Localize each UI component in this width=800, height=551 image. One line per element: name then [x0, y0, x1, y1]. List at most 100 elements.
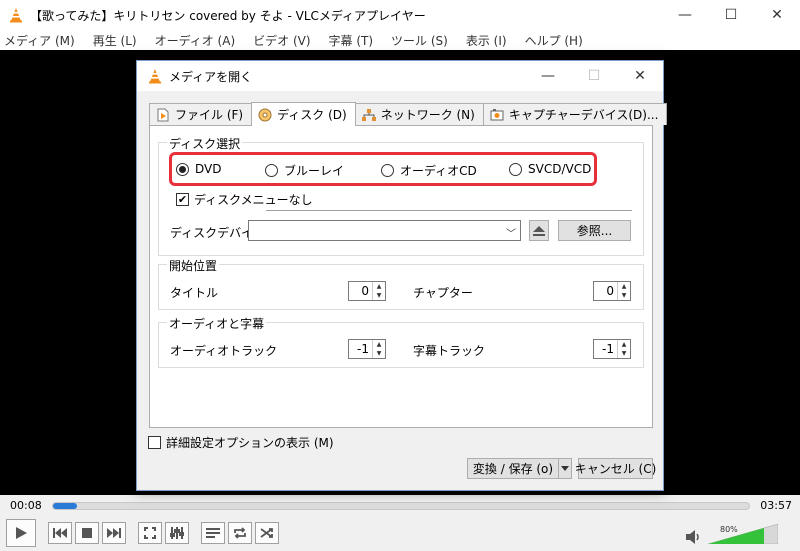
disc-device-combo[interactable]: ﹀ — [248, 220, 521, 241]
spin-down-icon[interactable]: ▼ — [618, 349, 630, 358]
title-value: 0 — [361, 284, 369, 298]
menu-view[interactable]: 表示 (I) — [466, 32, 507, 49]
menu-playback[interactable]: 再生 (L) — [93, 32, 137, 49]
title-spinbox[interactable]: 0 ▲ ▼ — [348, 281, 386, 301]
spin-up-icon[interactable]: ▲ — [618, 340, 630, 349]
dropdown-arrow-icon — [561, 466, 569, 471]
spin-up-icon[interactable]: ▲ — [373, 340, 385, 349]
tab-capture-label: キャプチャーデバイス(D)... — [508, 108, 659, 122]
show-advanced-options-checkbox[interactable]: 詳細設定オプションの表示 (M) — [148, 434, 334, 451]
disc-tab-panel: ディスク選択 DVD ブルーレイ オーディオCD SVCD/VCD ✔ ディスク… — [149, 125, 653, 428]
volume-slider[interactable] — [708, 524, 778, 544]
open-media-dialog: メディアを開く — ☐ ✕ ファイル (F) ディスク (D) ネットワーク (… — [136, 60, 668, 491]
chapter-value: 0 — [606, 284, 614, 298]
spin-down-icon[interactable]: ▼ — [373, 291, 385, 300]
audio-track-spinbox[interactable]: -1 ▲ ▼ — [348, 339, 386, 359]
time-total: 03:57 — [760, 498, 792, 512]
convert-dropdown-button[interactable] — [558, 458, 572, 479]
tab-disc-label: ディスク (D) — [277, 108, 347, 122]
radio-dvd-indicator — [176, 162, 189, 176]
minimize-button[interactable]: — — [662, 0, 708, 30]
radio-svcd-vcd-indicator — [509, 162, 522, 176]
radio-audio-cd[interactable]: オーディオCD — [381, 162, 477, 179]
spin-down-icon[interactable]: ▼ — [618, 291, 630, 300]
eject-button[interactable] — [529, 220, 549, 241]
time-current: 00:08 — [10, 498, 42, 512]
shuffle-button[interactable] — [255, 522, 279, 544]
maximize-button[interactable]: ☐ — [708, 0, 754, 30]
play-icon — [16, 527, 27, 539]
dialog-minimize-button[interactable]: — — [525, 61, 571, 91]
start-position-group: 開始位置 — [158, 257, 644, 310]
radio-bluray[interactable]: ブルーレイ — [265, 162, 344, 179]
menu-help[interactable]: ヘルプ (H) — [525, 32, 583, 49]
playlist-icon — [206, 528, 220, 538]
radio-bluray-label: ブルーレイ — [284, 164, 345, 178]
disc-icon — [258, 108, 272, 121]
fullscreen-button[interactable] — [138, 522, 162, 544]
close-button[interactable]: ✕ — [754, 0, 800, 30]
subtitle-track-spinbox[interactable]: -1 ▲ ▼ — [593, 339, 631, 359]
tab-disc[interactable]: ディスク (D) — [251, 102, 356, 126]
shuffle-icon — [260, 528, 273, 538]
tab-file-label: ファイル (F) — [175, 108, 244, 122]
tab-capture[interactable]: キャプチャーデバイス(D)... — [482, 103, 668, 125]
vlc-cone-icon — [149, 69, 161, 84]
tab-network[interactable]: ネットワーク (N) — [354, 103, 484, 125]
title-label: タイトル — [170, 286, 219, 300]
dialog-titlebar: メディアを開く — ☐ ✕ — [137, 61, 663, 91]
capture-icon — [490, 108, 504, 120]
playlist-button[interactable] — [201, 522, 225, 544]
dialog-close-button[interactable]: ✕ — [617, 61, 663, 91]
dialog-title: メディアを開く — [169, 69, 253, 84]
convert-save-button[interactable]: 変換 / 保存 (o) — [467, 458, 559, 479]
menu-audio[interactable]: オーディオ (A) — [155, 32, 236, 49]
tab-network-label: ネットワーク (N) — [380, 108, 475, 122]
equalizer-icon — [170, 527, 184, 539]
separator — [266, 210, 632, 211]
seek-row: 00:08 03:57 — [0, 495, 800, 515]
menu-tools[interactable]: ツール (S) — [391, 32, 448, 49]
next-icon — [107, 528, 121, 538]
radio-svcd-vcd-label: SVCD/VCD — [528, 162, 592, 176]
cancel-button[interactable]: キャンセル (C) — [575, 458, 656, 479]
menu-subtitle[interactable]: 字幕 (T) — [329, 32, 374, 49]
play-button[interactable] — [6, 519, 36, 547]
previous-icon — [53, 528, 67, 538]
loop-button[interactable] — [228, 522, 252, 544]
seek-progress — [53, 503, 78, 509]
network-icon — [361, 108, 376, 121]
spin-up-icon[interactable]: ▲ — [618, 282, 630, 291]
file-icon — [157, 108, 169, 121]
stop-button[interactable] — [75, 522, 99, 544]
menu-bar: メディア (M) 再生 (L) オーディオ (A) ビデオ (V) 字幕 (T)… — [0, 30, 800, 50]
audio-subtitle-label: オーディオと字幕 — [167, 315, 267, 332]
vlc-cone-icon — [10, 8, 22, 23]
next-button[interactable] — [102, 522, 126, 544]
dialog-tabs: ファイル (F) ディスク (D) ネットワーク (N) キャプチャーデバイス(… — [149, 101, 668, 126]
tab-file[interactable]: ファイル (F) — [149, 103, 253, 125]
radio-svcd-vcd[interactable]: SVCD/VCD — [509, 162, 591, 176]
audio-track-label: オーディオトラック — [170, 344, 278, 358]
main-titlebar: 【歌ってみた】キリトリセン covered by そよ - VLCメディアプレイ… — [0, 0, 800, 30]
no-disc-menu-checkbox[interactable]: ✔ ディスクメニューなし — [176, 191, 313, 208]
seek-bar[interactable] — [52, 502, 750, 510]
extended-settings-button[interactable] — [165, 522, 189, 544]
speaker-icon[interactable] — [685, 529, 701, 545]
volume-label: 80% — [720, 525, 738, 534]
menu-media[interactable]: メディア (M) — [4, 32, 75, 49]
stop-icon — [82, 528, 92, 538]
browse-button[interactable]: 参照... — [558, 220, 631, 241]
chapter-spinbox[interactable]: 0 ▲ ▼ — [593, 281, 631, 301]
window-title: 【歌ってみた】キリトリセン covered by そよ - VLCメディアプレイ… — [30, 8, 426, 23]
subtitle-track-label: 字幕トラック — [413, 344, 486, 358]
spin-down-icon[interactable]: ▼ — [373, 349, 385, 358]
eject-icon — [533, 225, 545, 236]
disc-selection-label: ディスク選択 — [167, 135, 243, 152]
fullscreen-icon — [144, 527, 156, 539]
menu-video[interactable]: ビデオ (V) — [253, 32, 310, 49]
unchecked-box — [148, 436, 161, 449]
previous-button[interactable] — [48, 522, 72, 544]
spin-up-icon[interactable]: ▲ — [373, 282, 385, 291]
radio-dvd[interactable]: DVD — [176, 162, 221, 176]
